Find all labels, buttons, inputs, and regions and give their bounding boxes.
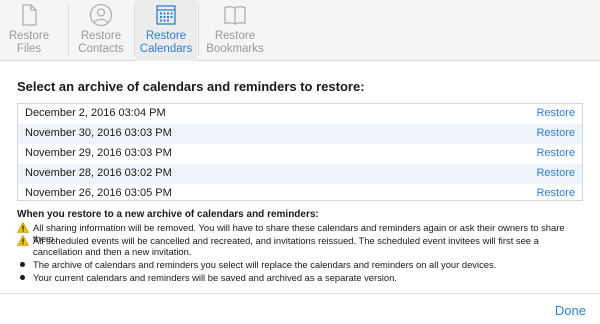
info-title: When you restore to a new archive of cal… [17,209,319,220]
bullet-note: Your current calendars and reminders wil… [17,272,587,283]
tab-label: Restore Contacts [78,30,124,55]
calendar-icon [156,5,176,25]
archive-date: November 26, 2016 03:05 PM [25,187,172,199]
toolbar: Restore Files Restore Contacts Restore C… [0,0,600,61]
restore-link[interactable]: Restore [536,107,575,119]
restore-link[interactable]: Restore [536,167,575,179]
warning-icon [17,235,29,246]
tab-divider [68,4,69,56]
archive-row[interactable]: December 2, 2016 03:04 PM Restore [18,104,582,124]
archive-list[interactable]: December 2, 2016 03:04 PM Restore Novemb… [17,103,583,201]
note-text: Your current calendars and reminders wil… [33,272,397,283]
bullet-icon [20,275,25,280]
archive-row[interactable]: November 29, 2016 03:03 PM Restore [18,144,582,164]
tab-label: Restore Files [8,30,50,55]
archive-date: November 30, 2016 03:03 PM [25,127,172,139]
note-text: All scheduled events will be cancelled a… [33,235,539,257]
warning-note: All scheduled events will be cancelled a… [17,235,587,257]
bullet-note: The archive of calendars and reminders y… [17,259,587,270]
footer-divider [0,293,600,294]
tab-label: Restore Bookmarks [206,30,264,55]
archive-row[interactable]: November 30, 2016 03:03 PM Restore [18,124,582,144]
tab-restore-contacts[interactable]: Restore Contacts [70,0,132,61]
contact-icon [89,3,113,27]
warning-icon [17,222,29,233]
archive-date: November 29, 2016 03:03 PM [25,147,172,159]
book-icon [224,6,246,25]
tab-label: Restore Calendars [139,30,193,55]
archive-date: December 2, 2016 03:04 PM [25,107,166,119]
restore-link[interactable]: Restore [536,187,575,199]
page-title: Select an archive of calendars and remin… [17,79,365,94]
bullet-icon [20,262,25,267]
tab-restore-files[interactable]: Restore Files [0,0,58,61]
tab-restore-bookmarks[interactable]: Restore Bookmarks [200,0,270,61]
tab-divider [198,4,199,56]
archive-row[interactable]: November 26, 2016 03:05 PM Restore [18,184,582,200]
file-icon [22,4,37,26]
restore-link[interactable]: Restore [536,127,575,139]
archive-date: November 28, 2016 03:02 PM [25,167,172,179]
note-text: The archive of calendars and reminders y… [33,259,497,270]
archive-row[interactable]: November 28, 2016 03:02 PM Restore [18,164,582,184]
tab-restore-calendars[interactable]: Restore Calendars [135,0,197,61]
restore-link[interactable]: Restore [536,147,575,159]
done-button[interactable]: Done [555,303,586,318]
